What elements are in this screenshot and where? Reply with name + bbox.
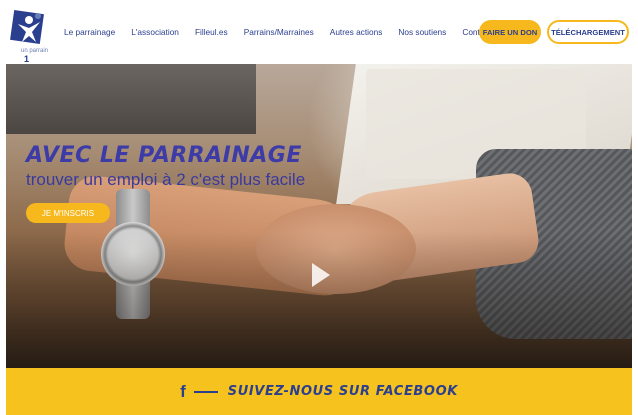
nav-item-parrainage[interactable]: Le parrainage (64, 27, 115, 37)
hero-banner: AVEC LE PARRAINAGE trouver un emploi à 2… (6, 64, 632, 368)
nav-item-autres-actions[interactable]: Autres actions (330, 27, 383, 37)
download-button[interactable]: TÉLÉCHARGEMENT (547, 20, 629, 44)
page: un parrain 1 emploi Le parrainage L'asso… (0, 0, 638, 415)
nav-item-parrains[interactable]: Parrains/Marraines (244, 27, 314, 37)
facebook-follow-label: SUIVEZ-NOUS SUR FACEBOOK (227, 384, 458, 399)
donate-button[interactable]: FAIRE UN DON (479, 20, 541, 44)
nav-item-association[interactable]: L'association (131, 27, 179, 37)
signup-button[interactable]: JE M'INSCRIS (26, 203, 110, 223)
play-icon[interactable] (312, 263, 330, 287)
hero-headline: AVEC LE PARRAINAGE (26, 143, 302, 168)
site-logo[interactable]: un parrain 1 emploi (8, 8, 56, 73)
nav-item-soutiens[interactable]: Nos soutiens (398, 27, 446, 37)
facebook-icon: f (180, 381, 186, 401)
facebook-banner[interactable]: f SUIVEZ-NOUS SUR FACEBOOK (6, 368, 632, 415)
divider-dash (193, 390, 218, 393)
main-nav: Le parrainage L'association Filleul.es P… (64, 0, 507, 64)
nav-item-filleuls[interactable]: Filleul.es (195, 27, 228, 37)
hero-subline: trouver un emploi à 2 c'est plus facile (26, 170, 306, 189)
site-header: un parrain 1 emploi Le parrainage L'asso… (0, 0, 638, 73)
